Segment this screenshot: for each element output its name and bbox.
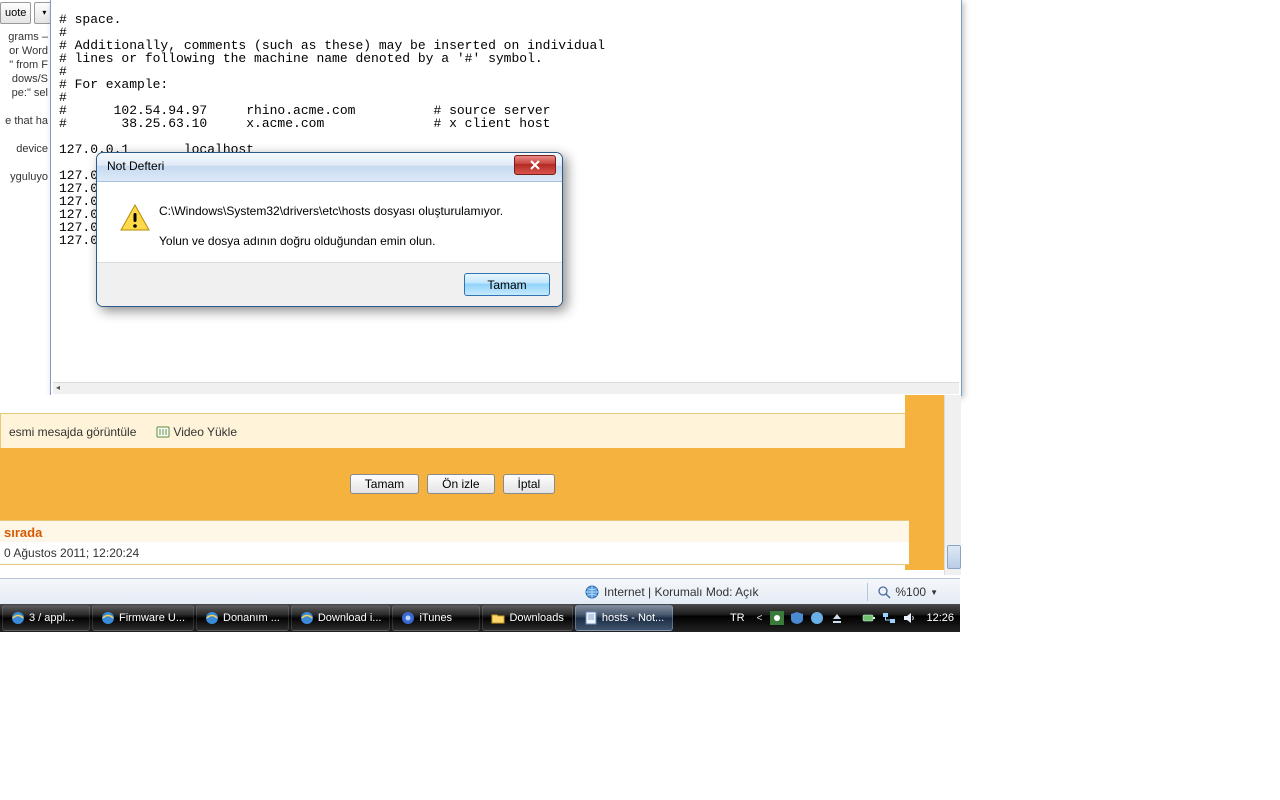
tray-eject-icon[interactable]	[830, 611, 844, 625]
forum-submit-bar: Tamam Ön izle İptal	[0, 448, 905, 520]
quote-button[interactable]: uote	[0, 2, 31, 24]
video-upload-link[interactable]: Video Yükle	[156, 425, 237, 439]
dialog-title: Not Defteri	[107, 159, 164, 173]
ie-icon	[101, 611, 115, 625]
taskbar-item[interactable]: 3 / appl...	[2, 605, 90, 631]
ie-zone-text: Internet | Korumalı Mod: Açık	[604, 585, 759, 599]
video-upload-icon	[156, 425, 170, 439]
language-indicator[interactable]: TR	[730, 612, 745, 624]
scroll-left-icon[interactable]: ◂	[53, 383, 63, 394]
ie-icon	[205, 611, 219, 625]
taskbar-item[interactable]: Firmware U...	[92, 605, 194, 631]
system-tray: TR < 12:26	[730, 604, 954, 632]
close-icon	[530, 160, 540, 170]
tray-battery-icon[interactable]	[862, 611, 876, 625]
view-in-message-link[interactable]: esmi mesajda görüntüle	[9, 425, 136, 439]
taskbar-item[interactable]: Download i...	[291, 605, 391, 631]
forum-timestamp-row: 0 Ağustos 2011; 12:20:24	[0, 542, 909, 565]
folder-icon	[491, 611, 505, 625]
forum-spacer	[0, 395, 957, 413]
forum-section-header: sırada	[0, 520, 909, 544]
error-dialog: Not Defteri C:\Windows\System32\drivers\…	[96, 152, 563, 307]
scrollbar-thumb[interactable]	[947, 545, 961, 569]
taskbar-item[interactable]: Donanım ...	[196, 605, 289, 631]
dialog-close-button[interactable]	[514, 155, 556, 175]
tray-network-icon[interactable]	[882, 611, 896, 625]
tray-flag-icon[interactable]	[770, 611, 784, 625]
notepad-horizontal-scrollbar[interactable]: ◂	[53, 382, 959, 394]
taskbar-item[interactable]: Downloads	[482, 605, 572, 631]
forum-attachment-bar: esmi mesajda görüntüle Video Yükle	[0, 413, 907, 450]
ie-status-bar: Internet | Korumalı Mod: Açık %100 ▼	[0, 578, 960, 605]
windows-taskbar: 3 / appl...Firmware U...Donanım ...Downl…	[0, 604, 960, 632]
warning-icon	[111, 196, 159, 262]
ie-icon	[300, 611, 314, 625]
ie-icon	[11, 611, 25, 625]
taskbar-clock[interactable]: 12:26	[926, 612, 954, 624]
magnifier-icon	[878, 586, 891, 599]
dialog-titlebar[interactable]: Not Defteri	[97, 153, 562, 182]
notepad-icon	[584, 611, 598, 625]
forum-preview-button[interactable]: Ön izle	[427, 474, 494, 494]
dialog-message: C:\Windows\System32\drivers\etc\hosts do…	[159, 196, 548, 262]
tray-shield-icon[interactable]	[790, 611, 804, 625]
taskbar-item[interactable]: iTunes	[392, 605, 480, 631]
tray-globe-icon[interactable]	[810, 611, 824, 625]
browser-vertical-scrollbar[interactable]	[944, 395, 961, 575]
forum-cancel-button[interactable]: İptal	[503, 474, 556, 494]
itunes-icon	[401, 611, 415, 625]
dialog-ok-button[interactable]: Tamam	[464, 273, 550, 296]
taskbar-item[interactable]: hosts - Not...	[575, 605, 673, 631]
left-cut-text: grams –or Word" from Fdows/Spe:" sel e t…	[0, 30, 48, 184]
tray-chevron-icon[interactable]: <	[757, 613, 763, 624]
forum-submit-button[interactable]: Tamam	[350, 474, 419, 494]
internet-zone-icon	[585, 585, 599, 599]
tray-volume-icon[interactable]	[902, 611, 916, 625]
ie-zoom-control[interactable]: %100 ▼	[861, 583, 938, 601]
